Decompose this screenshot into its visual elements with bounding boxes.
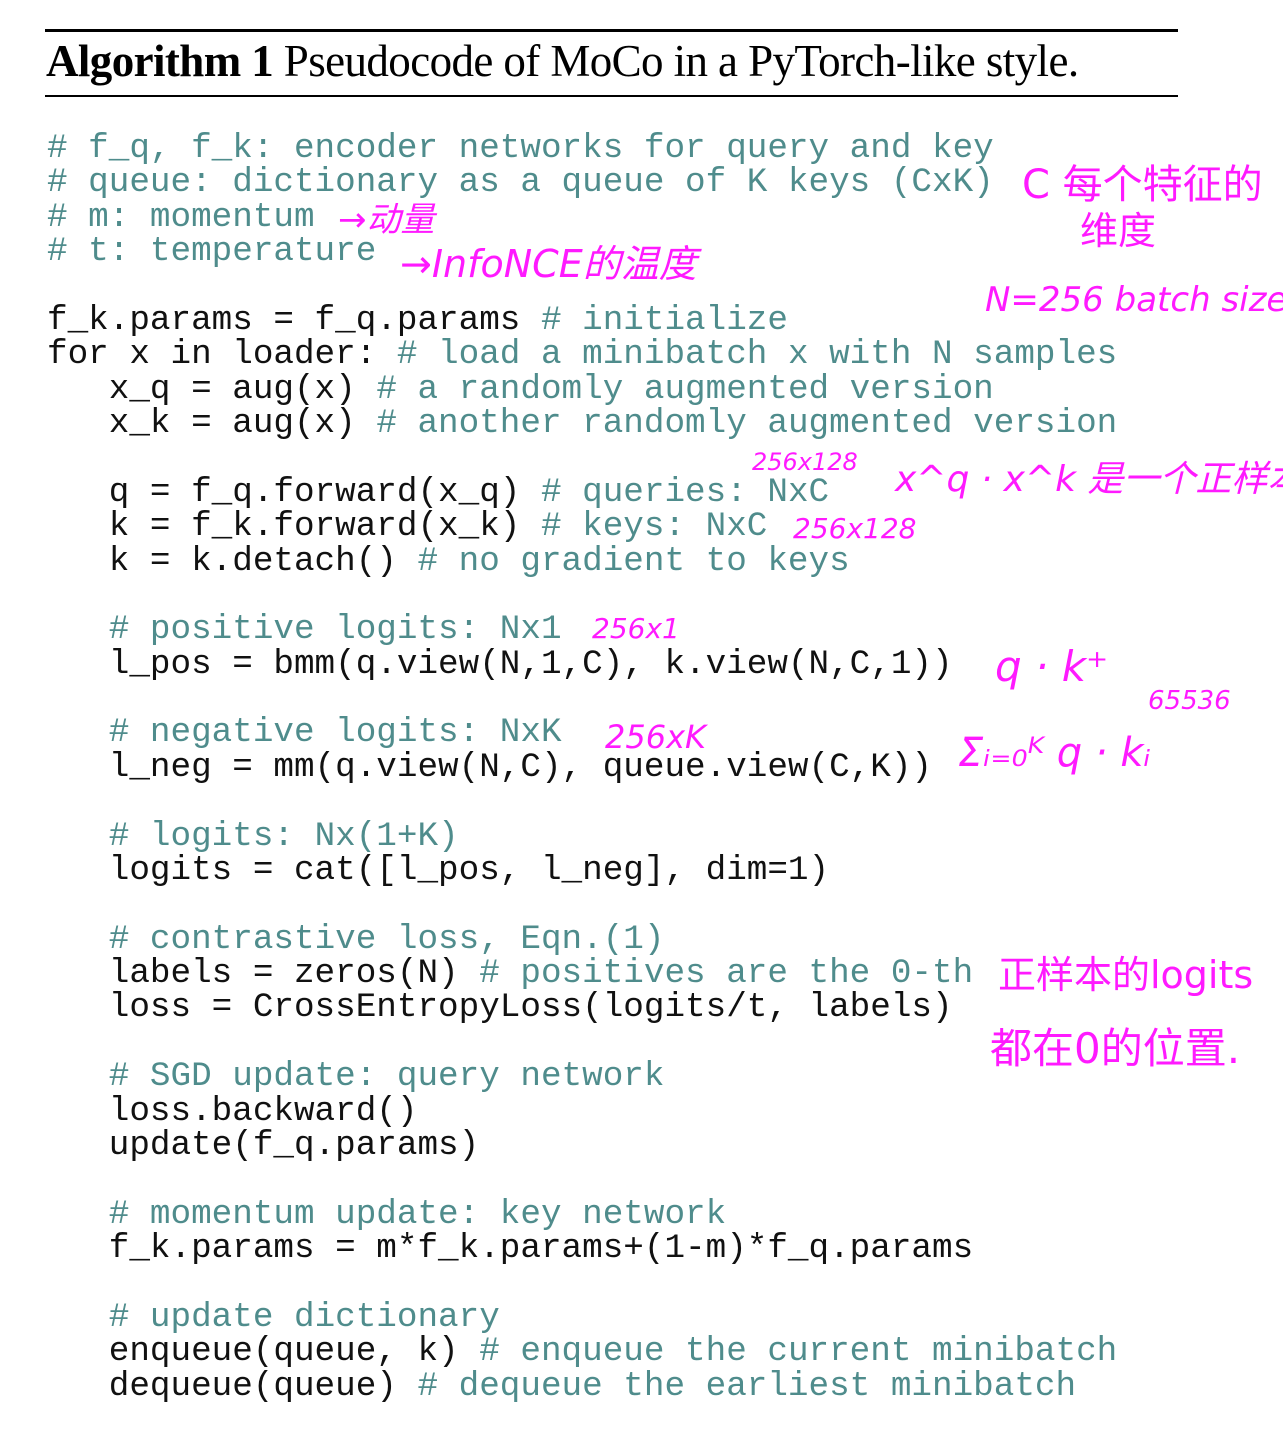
code-comment: # initialize xyxy=(540,300,788,340)
annotation-neg-shape: 256xK xyxy=(605,718,706,756)
code-line: f_k.params = f_q.params # initialize xyxy=(47,300,1117,340)
code-text: for x in loader: xyxy=(47,335,397,375)
code-comment: # momentum update: key network xyxy=(108,1194,727,1234)
code-line: # contrastive loss, Eqn.(1) xyxy=(47,919,1117,959)
code-line: # update dictionary xyxy=(47,1297,1117,1337)
code-line: dequeue(queue) # dequeue the earliest mi… xyxy=(47,1366,1117,1406)
code-line: enqueue(queue, k) # enqueue the current … xyxy=(47,1332,1118,1372)
code-comment: # positive logits: Nx1 xyxy=(108,610,562,650)
code-line: k = k.detach() # no gradient to keys xyxy=(47,541,1117,581)
code-line: x_k = aug(x) # another randomly augmente… xyxy=(47,404,1118,443)
annotation-k-shape: 256x128 xyxy=(793,512,917,545)
code-line: # m: momentum xyxy=(47,197,1117,237)
annotation-temperature: →InfoNCE的温度 xyxy=(400,242,697,286)
code-line: # momentum update: key network xyxy=(47,1194,1117,1234)
code-text: enqueue(queue, k) xyxy=(47,1332,480,1372)
code-text: k = f_k.forward(x_k) xyxy=(47,507,541,547)
code-comment: # load a minibatch x with N samples xyxy=(396,335,1118,375)
code-line: # logits: Nx(1+K) xyxy=(47,816,1117,856)
code-block: # f_q, f_k: encoder networks for query a… xyxy=(47,129,1118,1406)
code-line: f_k.params = m*f_k.params+(1-m)*f_q.para… xyxy=(47,1229,1117,1268)
algorithm-caption: Pseudocode of MoCo in a PyTorch-like sty… xyxy=(283,36,1079,86)
code-comment: # dequeue the earliest minibatch xyxy=(417,1366,1077,1406)
code-text: logits = cat([l_pos, l_neg], dim=1) xyxy=(47,850,830,890)
code-line: logits = cat([l_pos, l_neg], dim=1) xyxy=(47,850,1117,890)
algorithm-label: Algorithm 1 xyxy=(46,36,274,86)
code-line: l_neg = mm(q.view(N,C), queue.view(C,K)) xyxy=(47,747,1117,787)
code-comment: # a randomly augmented version xyxy=(376,369,994,409)
code-comment: # m: momentum xyxy=(47,197,315,237)
code-comment: # t: temperature xyxy=(47,232,377,272)
code-comment: # logits: Nx(1+K) xyxy=(108,816,459,856)
code-comment: # another randomly augmented version xyxy=(376,404,1118,443)
top-rule xyxy=(45,29,1178,32)
code-line: for x in loader: # load a minibatch x wi… xyxy=(47,338,1117,372)
code-line: # SGD update: query network xyxy=(47,1057,1117,1097)
code-line: # f_q, f_k: encoder networks for query a… xyxy=(47,129,1117,168)
annotation-labels-note-line2: 都在0的位置. xyxy=(990,1024,1241,1073)
annotation-queue-size: 65536 xyxy=(1148,686,1231,716)
code-text: q = f_q.forward(x_q) xyxy=(47,472,541,512)
code-line: # queue: dictionary as a queue of K keys… xyxy=(47,166,1117,200)
annotation-c-dim-line2: 维度 xyxy=(1080,209,1157,253)
code-comment: # f_q, f_k: encoder networks for query a… xyxy=(47,129,994,168)
code-text: labels = zeros(N) xyxy=(47,954,480,993)
code-line: loss = CrossEntropyLoss(logits/t, labels… xyxy=(47,991,1117,1025)
code-comment: # SGD update: query network xyxy=(108,1057,665,1097)
annotation-pos-shape: 256x1 xyxy=(592,612,680,645)
code-text: l_pos = bmm(q.view(N,1,C), k.view(N,C,1)… xyxy=(47,644,953,684)
code-text: f_k.params = m*f_k.params+(1-m)*f_q.para… xyxy=(47,1229,974,1268)
code-line: loss.backward() xyxy=(47,1091,1117,1131)
code-text: l_neg = mm(q.view(N,C), queue.view(C,K)) xyxy=(47,747,933,787)
annotation-q-shape: 256x128 xyxy=(752,448,858,476)
code-comment: # contrastive loss, Eqn.(1) xyxy=(108,919,665,959)
code-line: l_pos = bmm(q.view(N,1,C), k.view(N,C,1)… xyxy=(47,644,1117,684)
annotation-xq-xk-note: x^q · x^k 是一个正样本对 xyxy=(895,459,1283,500)
code-text: update(f_q.params) xyxy=(47,1125,480,1165)
annotation-batch-size: N=256 batch size xyxy=(985,280,1283,320)
code-line: # negative logits: NxK xyxy=(47,716,1117,750)
annotation-labels-note-line1: 正样本的logits xyxy=(998,953,1254,997)
code-line: x_q = aug(x) # a randomly augmented vers… xyxy=(47,369,1117,409)
code-comment: # enqueue the current minibatch xyxy=(479,1332,1118,1372)
code-line: k = f_k.forward(x_k) # keys: NxC xyxy=(47,507,1117,547)
code-line: # positive logits: Nx1 xyxy=(47,613,1117,647)
code-text: loss.backward() xyxy=(47,1091,418,1131)
code-comment: # negative logits: NxK xyxy=(108,713,562,753)
annotation-neg-sum: Σᵢ₌₀ᴷ q · kᵢ xyxy=(958,730,1151,776)
code-text: loss = CrossEntropyLoss(logits/t, labels… xyxy=(47,988,953,1028)
code-text: k = k.detach() xyxy=(47,541,418,581)
algorithm-title: Algorithm 1 Pseudocode of MoCo in a PyTo… xyxy=(46,33,1079,89)
code-comment: # keys: NxC xyxy=(540,507,768,547)
code-text: x_q = aug(x) xyxy=(47,369,377,409)
title-rule xyxy=(45,95,1178,97)
code-text: dequeue(queue) xyxy=(47,1366,418,1406)
code-line: update(f_q.params) xyxy=(47,1125,1117,1165)
code-comment: # queue: dictionary as a queue of K keys… xyxy=(47,163,994,203)
annotation-q-dot-kplus: q · k⁺ xyxy=(995,642,1109,691)
code-comment: # positives are the 0-th xyxy=(479,954,974,993)
code-comment: # no gradient to keys xyxy=(417,541,850,581)
code-text: f_k.params = f_q.params xyxy=(47,300,541,340)
code-comment: # queries: NxC xyxy=(540,472,830,512)
code-line: labels = zeros(N) # positives are the 0-… xyxy=(47,954,1117,993)
code-text: x_k = aug(x) xyxy=(47,404,377,443)
code-comment: # update dictionary xyxy=(108,1297,500,1337)
